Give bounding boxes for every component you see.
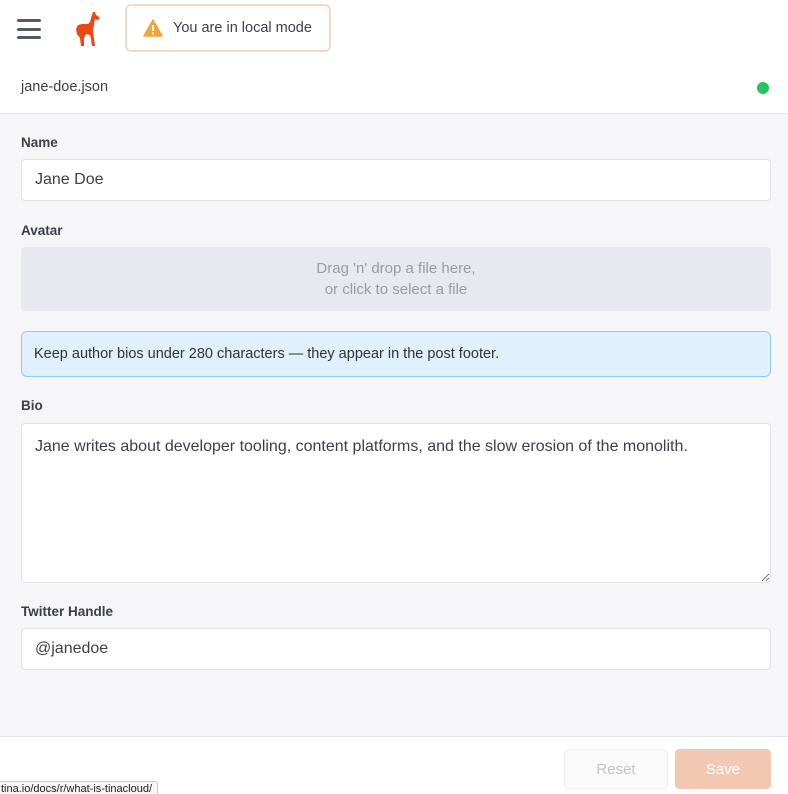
link-status-url: tina.io/docs/r/what-is-tinacloud/ — [0, 781, 159, 794]
reset-button[interactable]: Reset — [564, 749, 668, 789]
local-mode-badge[interactable]: You are in local mode — [125, 4, 331, 52]
notice-text: Keep author bios under 280 characters — … — [34, 346, 500, 362]
bio-textarea[interactable]: Jane writes about developer tooling, con… — [21, 423, 771, 583]
local-mode-text: You are in local mode — [173, 20, 312, 36]
dropzone-text-line1: Drag 'n' drop a file here, — [316, 260, 476, 277]
file-name: jane-doe.json — [21, 79, 109, 95]
llama-logo-icon — [76, 12, 100, 46]
file-header: jane-doe.json — [0, 60, 788, 114]
name-label: Name — [21, 135, 58, 150]
sync-status-dot — [757, 82, 769, 94]
save-button[interactable]: Save — [675, 749, 771, 789]
top-bar: You are in local mode — [0, 0, 788, 60]
twitter-input[interactable] — [21, 628, 771, 670]
hamburger-menu-icon[interactable] — [17, 19, 41, 39]
dropzone-text-line2: or click to select a file — [324, 281, 468, 298]
tina-editor: You are in local mode jane-doe.json Name… — [0, 0, 788, 794]
bio-guideline-notice: Keep author bios under 280 characters — … — [21, 331, 771, 377]
warning-triangle-icon — [143, 19, 163, 37]
bio-label: Bio — [21, 398, 43, 413]
twitter-label: Twitter Handle — [21, 604, 114, 619]
avatar-dropzone[interactable]: Drag 'n' drop a file here, or click to s… — [21, 247, 771, 311]
name-input[interactable] — [21, 159, 771, 201]
avatar-label: Avatar — [21, 223, 63, 238]
